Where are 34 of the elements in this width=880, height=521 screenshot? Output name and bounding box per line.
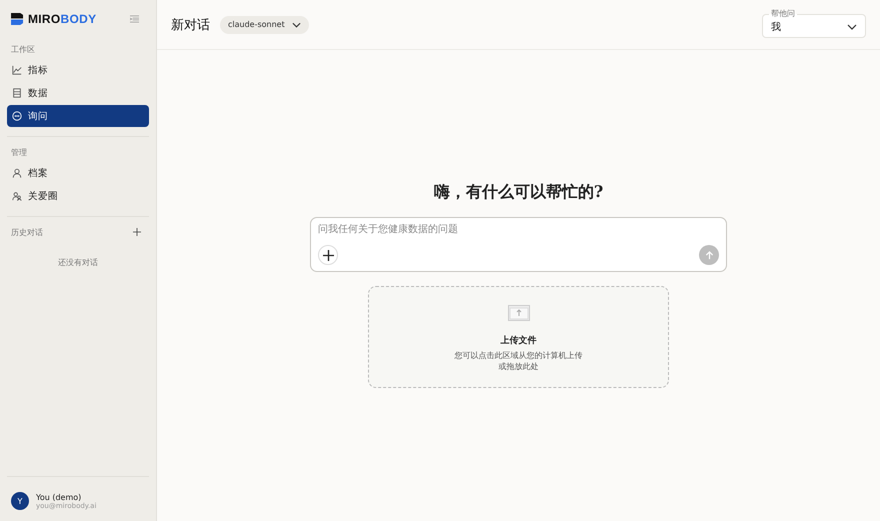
nav-item[interactable]: 关爱圈	[7, 185, 149, 207]
section-heading: 管理	[10, 147, 28, 159]
plus-icon[interactable]	[133, 228, 141, 236]
page-title: 新对话	[171, 16, 210, 34]
nav-item[interactable]: 数据	[7, 82, 149, 104]
user-avatar: Y	[11, 492, 29, 510]
section-heading: 历史对话	[10, 227, 44, 239]
nav-item[interactable]: 询问	[7, 105, 149, 127]
people-icon	[12, 191, 22, 201]
brand-logo: MIROBODY	[28, 12, 96, 26]
plus-icon	[322, 250, 334, 260]
logo-icon	[11, 13, 24, 25]
user-name: You (demo)	[36, 492, 82, 502]
upload-icon	[508, 305, 530, 321]
empty-history-text: 还没有对话	[57, 257, 99, 268]
model-dropdown[interactable]: claude-sonnet	[220, 16, 309, 34]
upload-hint: 您可以点击此区域从您的计算机上传	[454, 350, 582, 361]
add-button[interactable]	[318, 245, 338, 265]
chat-icon	[12, 111, 22, 121]
ask-for-dropdown[interactable]: 帮他问 我	[762, 9, 866, 38]
list-icon	[12, 88, 22, 98]
arrow-up-icon	[704, 250, 714, 260]
greeting-heading: 嗨，有什么可以帮忙的?	[434, 182, 604, 203]
nav-item[interactable]: 指标	[7, 59, 149, 81]
chevron-down-icon	[847, 24, 857, 30]
upload-title: 上传文件	[500, 334, 536, 347]
section-heading: 工作区	[10, 44, 36, 56]
upload-hint: 或拖放此处	[498, 361, 538, 372]
nav-item[interactable]: 档案	[7, 162, 149, 184]
person-icon	[12, 168, 22, 178]
upload-area[interactable]: 上传文件 您可以点击此区域从您的计算机上传 或拖放此处	[368, 286, 669, 388]
sidebar-toggle-icon[interactable]	[130, 15, 139, 23]
chart-icon	[12, 65, 22, 75]
chevron-down-icon	[292, 22, 301, 28]
